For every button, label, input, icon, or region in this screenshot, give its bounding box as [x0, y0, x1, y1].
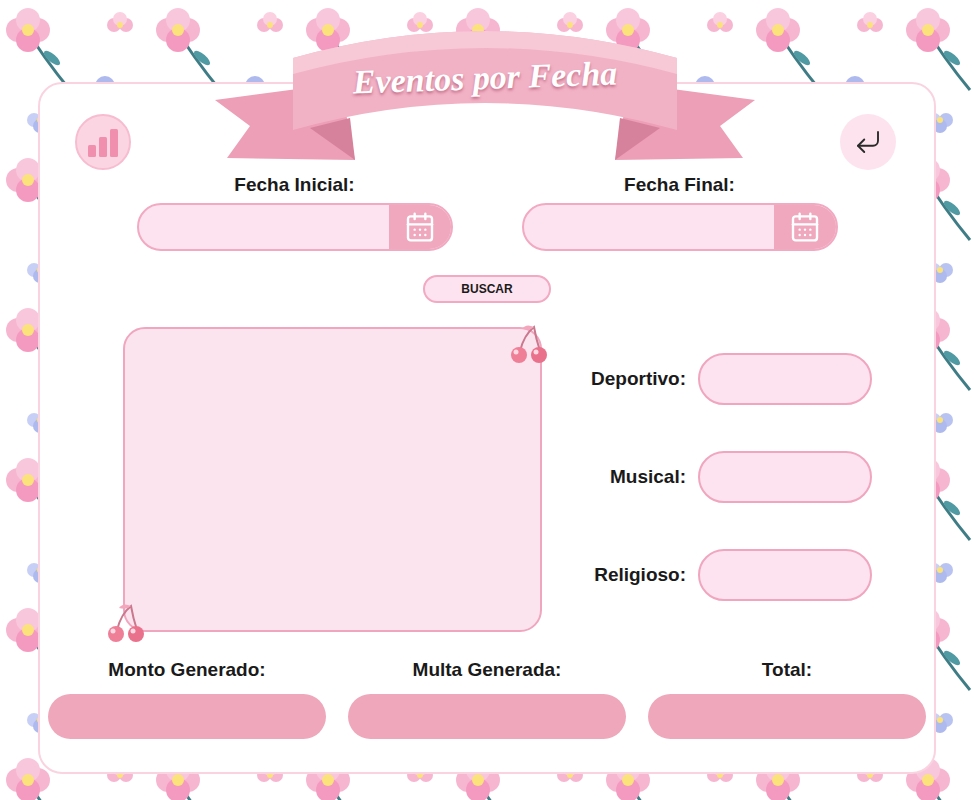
- totals-row: Monto Generado: Multa Generada: Total:: [40, 658, 934, 739]
- total-field: Monto Generado:: [48, 658, 326, 739]
- category-input[interactable]: [698, 549, 872, 601]
- total-field: Multa Generada:: [348, 658, 626, 739]
- end-date-field: Fecha Final:: [522, 173, 838, 251]
- cherry-decoration-top: [506, 321, 552, 367]
- calendar-button[interactable]: [389, 205, 451, 249]
- calendar-icon: [404, 211, 436, 243]
- date-value: [524, 205, 774, 249]
- category-label: Religioso:: [546, 561, 686, 590]
- category-row: Deportivo:: [546, 353, 872, 405]
- main-card: Fecha Inicial: Fecha Final: BUSCAR Deportiv…: [38, 82, 936, 774]
- category-list: Deportivo: Musical: Religioso:: [546, 327, 872, 632]
- cherries-icon: [103, 600, 149, 646]
- total-input[interactable]: [48, 694, 326, 739]
- content-row: Deportivo: Musical: Religioso:: [40, 327, 934, 632]
- date-row: Fecha Inicial: Fecha Final:: [40, 173, 934, 251]
- search-row: BUSCAR: [40, 275, 934, 303]
- results-value: [125, 329, 540, 361]
- total-input[interactable]: [348, 694, 626, 739]
- calendar-button[interactable]: [774, 205, 836, 249]
- title-ribbon: Eventos por Fecha: [215, 18, 755, 163]
- date-label: Fecha Inicial:: [234, 173, 354, 197]
- calendar-icon: [789, 211, 821, 243]
- category-label: Deportivo:: [546, 365, 686, 394]
- total-label: Total:: [762, 658, 812, 682]
- category-input[interactable]: [698, 451, 872, 503]
- category-row: Musical:: [546, 451, 872, 503]
- cherry-decoration-bottom: [103, 600, 149, 646]
- date-input[interactable]: [137, 203, 453, 251]
- category-label: Musical:: [546, 463, 686, 492]
- stats-button[interactable]: [75, 114, 131, 170]
- total-field: Total:: [648, 658, 926, 739]
- page-title: Eventos por Fecha: [352, 47, 618, 107]
- total-label: Monto Generado:: [108, 658, 265, 682]
- bar-chart-icon: [86, 125, 120, 159]
- back-button[interactable]: [840, 114, 896, 170]
- app: Eventos por Fecha Fecha Inicial: Fecha Fin…: [0, 0, 974, 800]
- results-area[interactable]: [123, 327, 542, 632]
- total-label: Multa Generada:: [413, 658, 562, 682]
- cherries-icon: [506, 321, 552, 367]
- date-input[interactable]: [522, 203, 838, 251]
- total-input[interactable]: [648, 694, 926, 739]
- date-value: [139, 205, 389, 249]
- category-input[interactable]: [698, 353, 872, 405]
- start-date-field: Fecha Inicial:: [137, 173, 453, 251]
- date-label: Fecha Final:: [624, 173, 735, 197]
- search-button[interactable]: BUSCAR: [423, 275, 551, 303]
- return-icon: [853, 127, 883, 157]
- category-row: Religioso:: [546, 549, 872, 601]
